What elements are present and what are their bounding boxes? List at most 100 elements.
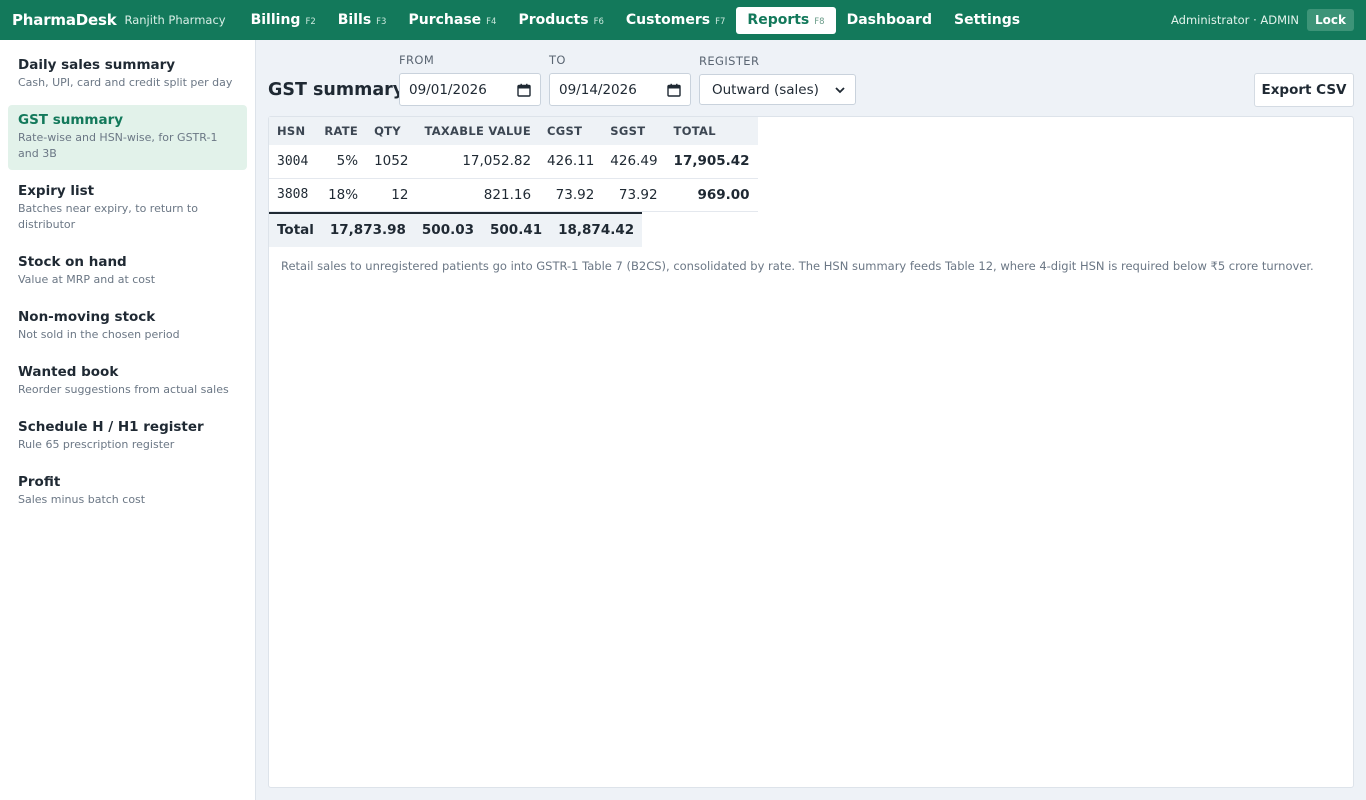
sidebar-item-desc: Not sold in the chosen period — [18, 328, 180, 341]
sidebar-item-wanted-book[interactable]: Wanted book Reorder suggestions from act… — [8, 357, 247, 406]
to-label: TO — [549, 53, 566, 67]
nav-bills-key: F3 — [376, 16, 387, 27]
register-select[interactable]: Outward (sales) — [699, 74, 856, 105]
column-header-total: TOTAL — [665, 117, 758, 145]
cell-rate: 5% — [316, 145, 367, 179]
gstr-note: Retail sales to unregistered patients go… — [281, 259, 1314, 273]
to-date-value: 09/14/2026 — [559, 81, 637, 98]
register-label: REGISTER — [699, 54, 760, 68]
sidebar-item-title: Expiry list — [18, 183, 95, 199]
from-label: FROM — [399, 53, 435, 67]
sidebar-item-title: Schedule H / H1 register — [18, 419, 204, 435]
nav-reports[interactable]: Reports F8 — [736, 6, 836, 34]
nav-billing[interactable]: Billing F2 — [240, 7, 327, 34]
sidebar-item-schedule-h-register[interactable]: Schedule H / H1 register Rule 65 prescri… — [8, 412, 247, 461]
nav-dashboard-label: Dashboard — [846, 11, 932, 28]
nav-products[interactable]: Products F6 — [507, 7, 614, 34]
table-header-row: HSN RATE QTY TAXABLE VALUE CGST SGST TOT… — [269, 117, 758, 145]
total-amount: 18,874.42 — [550, 211, 643, 247]
cell-cgst: 426.11 — [539, 145, 603, 179]
nav-settings[interactable]: Settings — [943, 7, 1031, 34]
nav-customers-label: Customers — [625, 11, 711, 28]
sidebar-item-profit[interactable]: Profit Sales minus batch cost — [8, 467, 247, 516]
from-date-input[interactable]: 09/01/2026 — [399, 73, 541, 106]
sidebar-item-desc: Cash, UPI, card and credit split per day — [18, 76, 233, 89]
from-date-value: 09/01/2026 — [409, 81, 487, 98]
gst-summary-total-table: Total 17,873.98 500.03 500.41 18,874.42 — [269, 211, 643, 247]
sidebar-item-desc: Sales minus batch cost — [18, 493, 146, 506]
column-header-qty: QTY — [366, 117, 417, 145]
sidebar-item-desc: Rate-wise and HSN-wise, for GSTR-1 and 3… — [18, 131, 218, 160]
report-controls: GST summary FROM 09/01/2026 TO 09/14/202… — [268, 40, 1354, 112]
cell-qty: 1052 — [366, 145, 417, 179]
cell-taxable-value: 821.16 — [416, 178, 540, 212]
cell-hsn: 3808 — [269, 178, 317, 212]
calendar-icon[interactable] — [667, 83, 681, 97]
current-user: Administrator · ADMIN — [1171, 13, 1300, 27]
sidebar-item-desc: Batches near expiry, to return to distri… — [18, 202, 198, 231]
sidebar-item-gst-summary[interactable]: GST summary Rate-wise and HSN-wise, for … — [8, 105, 247, 170]
nav-settings-label: Settings — [953, 11, 1021, 28]
sidebar-item-title: Stock on hand — [18, 254, 127, 270]
column-header-hsn: HSN — [269, 117, 317, 145]
total-sgst: 500.41 — [482, 211, 551, 247]
sidebar-item-expiry-list[interactable]: Expiry list Batches near expiry, to retu… — [8, 176, 247, 241]
chevron-down-icon — [835, 86, 845, 93]
nav-reports-key: F8 — [814, 16, 825, 27]
nav-products-key: F6 — [593, 16, 604, 27]
column-header-sgst: SGST — [602, 117, 666, 145]
sidebar-item-desc: Value at MRP and at cost — [18, 273, 156, 286]
cell-taxable-value: 17,052.82 — [416, 145, 540, 179]
nav-customers-key: F7 — [715, 16, 726, 27]
sidebar-item-title: Profit — [18, 474, 61, 490]
cell-sgst: 73.92 — [602, 178, 666, 212]
sidebar-item-desc: Rule 65 prescription register — [18, 438, 175, 451]
cell-hsn: 3004 — [269, 145, 317, 179]
page-title: GST summary — [268, 80, 405, 100]
nav-dashboard[interactable]: Dashboard — [836, 7, 943, 34]
cell-qty: 12 — [366, 178, 417, 212]
nav-reports-label: Reports — [747, 11, 810, 28]
sidebar-item-desc: Reorder suggestions from actual sales — [18, 383, 229, 396]
top-right: Administrator · ADMIN Lock — [1171, 9, 1354, 31]
table-row: 3808 18% 12 821.16 73.92 73.92 969.00 — [269, 178, 758, 212]
store-name: Ranjith Pharmacy — [124, 13, 226, 27]
sidebar-item-title: Daily sales summary — [18, 57, 176, 73]
cell-total: 969.00 — [665, 178, 758, 212]
nav-bills[interactable]: Bills F3 — [327, 7, 398, 34]
total-label: Total — [269, 211, 322, 247]
nav-purchase[interactable]: Purchase F4 — [397, 7, 507, 34]
column-header-taxable-value: TAXABLE VALUE — [416, 117, 540, 145]
nav-purchase-label: Purchase — [408, 11, 482, 28]
sidebar-item-title: Non-moving stock — [18, 309, 156, 325]
calendar-icon[interactable] — [517, 83, 531, 97]
export-csv-button[interactable]: Export CSV — [1254, 73, 1354, 107]
sidebar-item-stock-on-hand[interactable]: Stock on hand Value at MRP and at cost — [8, 247, 247, 296]
table-row: 3004 5% 1052 17,052.82 426.11 426.49 17,… — [269, 145, 758, 179]
lock-button[interactable]: Lock — [1307, 9, 1354, 31]
top-bar: PharmaDesk Ranjith Pharmacy Billing F2 Bi… — [0, 0, 1366, 40]
cell-total: 17,905.42 — [665, 145, 758, 179]
app-name: PharmaDesk — [12, 11, 117, 29]
nav-customers[interactable]: Customers F7 — [615, 7, 737, 34]
register-value: Outward (sales) — [712, 81, 819, 98]
column-header-cgst: CGST — [539, 117, 603, 145]
column-header-rate: RATE — [316, 117, 367, 145]
nav-products-label: Products — [518, 11, 589, 28]
nav-billing-key: F2 — [305, 16, 316, 27]
report-panel: HSN RATE QTY TAXABLE VALUE CGST SGST TOT… — [268, 116, 1354, 788]
cell-sgst: 426.49 — [602, 145, 666, 179]
main-content: GST summary FROM 09/01/2026 TO 09/14/202… — [268, 40, 1354, 800]
sidebar-item-title: Wanted book — [18, 364, 119, 380]
total-taxable-value: 17,873.98 — [321, 211, 414, 247]
sidebar-item-non-moving-stock[interactable]: Non-moving stock Not sold in the chosen … — [8, 302, 247, 351]
reports-sidebar: Daily sales summary Cash, UPI, card and … — [0, 40, 256, 800]
cell-rate: 18% — [316, 178, 367, 212]
nav-purchase-key: F4 — [486, 16, 497, 27]
total-cgst: 500.03 — [413, 211, 483, 247]
sidebar-item-title: GST summary — [18, 112, 124, 128]
cell-cgst: 73.92 — [539, 178, 603, 212]
sidebar-item-daily-sales-summary[interactable]: Daily sales summary Cash, UPI, card and … — [8, 50, 247, 99]
to-date-input[interactable]: 09/14/2026 — [549, 73, 691, 106]
nav-bills-label: Bills — [337, 11, 372, 28]
